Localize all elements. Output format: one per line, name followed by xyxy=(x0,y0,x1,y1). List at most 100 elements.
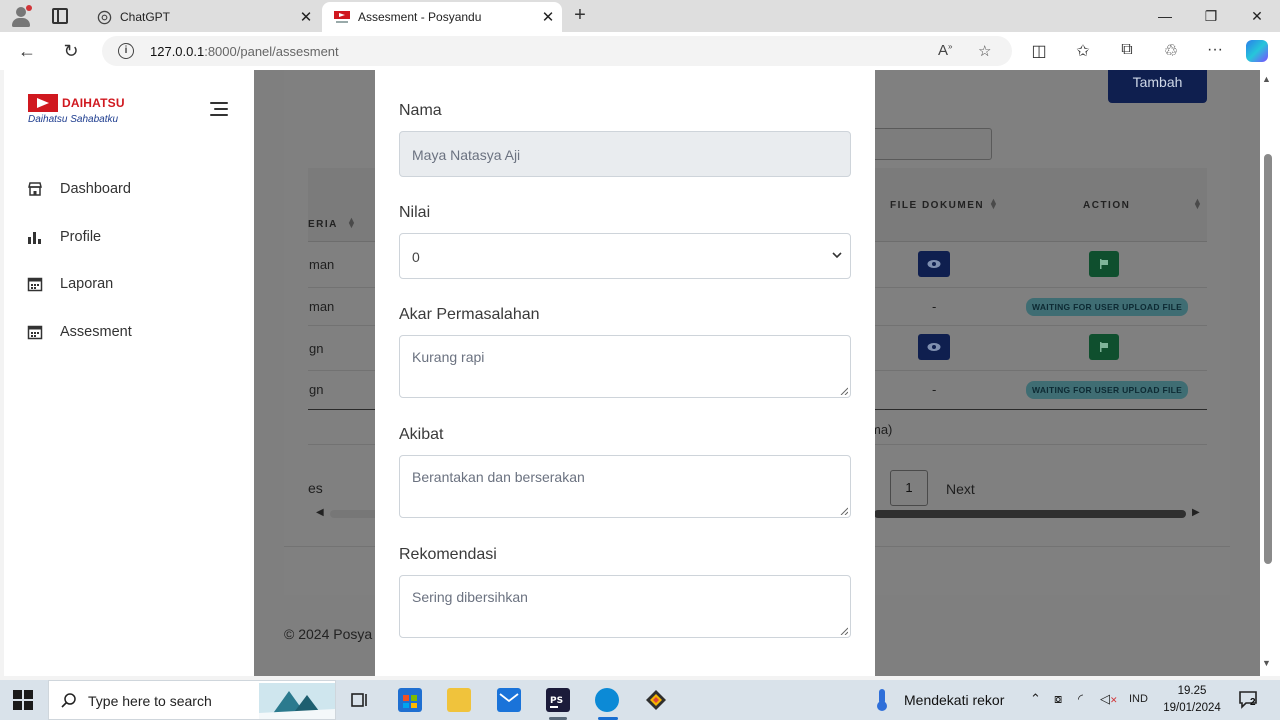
mail-icon[interactable] xyxy=(497,688,521,712)
taskbar-search-box[interactable]: Type here to search xyxy=(48,680,336,720)
rekomendasi-label: Rekomendasi xyxy=(399,546,497,563)
assesment-modal: Nama Maya Natasya Aji Nilai 0 Akar Perma… xyxy=(375,70,875,676)
phpstorm-icon[interactable]: PS xyxy=(546,688,570,712)
sidebar-item-assesment[interactable]: Assesment xyxy=(4,314,254,350)
edge-browser-icon[interactable] xyxy=(595,688,619,712)
browser-tab-assesment[interactable]: Assesment - Posyandu ✕ xyxy=(322,2,562,32)
input-language-indicator[interactable]: IND xyxy=(1129,693,1148,705)
flag-icon xyxy=(1100,342,1108,352)
close-tab-icon[interactable]: ✕ xyxy=(534,8,562,26)
back-arrow-icon[interactable]: ← xyxy=(14,38,40,64)
page-number-button[interactable]: 1 xyxy=(890,470,928,506)
scroll-left-icon[interactable]: ◀ xyxy=(316,507,324,518)
previous-page-link[interactable]: es xyxy=(308,480,323,496)
scroll-up-icon[interactable]: ▲ xyxy=(1262,74,1271,84)
extensions-icon[interactable]: ♲ xyxy=(1160,41,1182,61)
search-highlight-art-icon xyxy=(259,683,335,719)
favorite-star-icon[interactable]: ☆ xyxy=(978,42,991,60)
thermometer-icon[interactable] xyxy=(874,688,890,712)
bar-chart-icon xyxy=(27,229,43,245)
scrollbar-thumb[interactable] xyxy=(874,510,1186,518)
file-explorer-icon[interactable] xyxy=(447,688,471,712)
copilot-icon[interactable] xyxy=(1246,40,1268,62)
eye-icon xyxy=(927,343,941,351)
minimize-icon[interactable]: — xyxy=(1142,0,1188,32)
volume-muted-icon[interactable]: ◁✕ xyxy=(1100,691,1118,707)
view-document-button[interactable] xyxy=(918,251,950,277)
sort-icon[interactable]: ▲ ▼ xyxy=(347,216,356,230)
next-page-link[interactable]: Next xyxy=(946,481,975,497)
read-aloud-icon[interactable]: A» xyxy=(938,42,952,59)
menu-toggle-icon[interactable] xyxy=(210,102,228,116)
table-cell-criteria: gn xyxy=(309,382,324,397)
sidebar-item-dashboard[interactable]: Dashboard xyxy=(4,171,254,207)
browser-toolbar: ← ↻ i 127.0.0.1:8000/panel/assesment A» … xyxy=(0,32,1280,70)
tambah-button[interactable]: Tambah xyxy=(1108,70,1207,103)
nama-label: Nama xyxy=(399,102,442,119)
sort-icon[interactable]: ▲ ▼ xyxy=(989,197,998,211)
footer-copyright: © 2024 Posya xyxy=(284,626,373,642)
browser-tab-strip: ChatGPT ✕ Assesment - Posyandu ✕ + — ❐ ✕ xyxy=(0,0,1280,32)
show-hidden-icons-chevron-icon[interactable]: ⌃ xyxy=(1030,691,1041,707)
table-search-input[interactable] xyxy=(864,128,992,160)
meet-now-icon[interactable]: ⧇ xyxy=(1054,691,1062,707)
page-vertical-scrollbar[interactable]: ▲ ▼ xyxy=(1260,70,1280,676)
table-cell-criteria: man xyxy=(309,299,335,314)
table-cell-criteria: man xyxy=(309,257,335,272)
akibat-label: Akibat xyxy=(399,426,444,443)
nama-input[interactable]: Maya Natasya Aji xyxy=(399,131,851,177)
calendar-icon xyxy=(27,276,43,292)
sort-icon[interactable]: ▲ ▼ xyxy=(1193,197,1202,211)
refresh-icon[interactable]: ↻ xyxy=(58,38,84,64)
flag-icon xyxy=(1100,259,1108,269)
windows-start-icon[interactable] xyxy=(13,690,33,710)
notifications-icon[interactable]: 2 xyxy=(1238,690,1260,710)
sidebar-item-profile[interactable]: Profile xyxy=(4,219,254,255)
resize-grip-icon xyxy=(840,387,848,395)
site-info-icon[interactable]: i xyxy=(118,43,134,59)
more-options-icon[interactable]: ··· xyxy=(1204,41,1226,59)
search-icon xyxy=(61,693,76,708)
split-screen-icon[interactable]: ◫ xyxy=(1028,41,1050,61)
restore-icon[interactable]: ❐ xyxy=(1188,0,1234,32)
column-header-file-dokumen[interactable]: FILE DOKUMEN xyxy=(890,200,984,211)
column-header-criteria[interactable]: ERIA xyxy=(308,219,338,230)
task-view-icon[interactable] xyxy=(348,688,372,712)
akibat-textarea[interactable]: Berantakan dan berserakan xyxy=(399,455,851,518)
sidebar: DAIHATSU Daihatsu Sahabatku Dashboard Pr… xyxy=(4,70,254,676)
sidebar-item-laporan[interactable]: Laporan xyxy=(4,266,254,302)
address-bar[interactable]: i 127.0.0.1:8000/panel/assesment A» ☆ xyxy=(102,36,1012,66)
microsoft-store-icon[interactable] xyxy=(398,688,422,712)
close-window-icon[interactable]: ✕ xyxy=(1234,0,1280,32)
favorites-icon[interactable]: ✩ xyxy=(1072,41,1094,61)
tab-actions-icon[interactable] xyxy=(52,8,68,24)
scrollbar-thumb[interactable] xyxy=(1264,154,1272,564)
flag-button[interactable] xyxy=(1089,334,1119,360)
rekomendasi-textarea[interactable]: Sering dibersihkan xyxy=(399,575,851,638)
system-clock[interactable]: 19.25 19/01/2024 xyxy=(1160,683,1224,717)
profile-avatar-icon[interactable] xyxy=(10,5,32,27)
nilai-select[interactable]: 0 xyxy=(399,233,851,279)
akar-permasalahan-label: Akar Permasalahan xyxy=(399,306,540,323)
tab-title: ChatGPT xyxy=(120,10,171,24)
flag-button[interactable] xyxy=(1089,251,1119,277)
collections-icon[interactable]: ⧉ xyxy=(1116,41,1138,59)
scroll-down-icon[interactable]: ▼ xyxy=(1262,658,1271,668)
column-header-action[interactable]: ACTION xyxy=(1083,200,1130,211)
status-badge: WAITING FOR USER UPLOAD FILE xyxy=(1026,298,1189,316)
table-cell-criteria: gn xyxy=(309,341,324,356)
close-tab-icon[interactable]: ✕ xyxy=(292,8,320,26)
weather-text[interactable]: Mendekati rekor xyxy=(904,692,1004,708)
view-document-button[interactable] xyxy=(918,334,950,360)
wifi-icon[interactable]: ◜ xyxy=(1078,691,1083,707)
akar-permasalahan-textarea[interactable]: Kurang rapi xyxy=(399,335,851,398)
scroll-right-icon[interactable]: ▶ xyxy=(1192,507,1200,518)
windows-taskbar: Type here to search PS Mendekati rekor ⌃… xyxy=(0,680,1280,720)
nilai-label: Nilai xyxy=(399,204,431,221)
new-tab-icon[interactable]: + xyxy=(568,4,592,28)
url-text[interactable]: 127.0.0.1:8000/panel/assesment xyxy=(150,44,339,59)
dev-tool-icon[interactable] xyxy=(644,688,668,712)
resize-grip-icon xyxy=(840,627,848,635)
resize-grip-icon xyxy=(840,507,848,515)
browser-tab-chatgpt[interactable]: ChatGPT ✕ xyxy=(84,2,320,32)
